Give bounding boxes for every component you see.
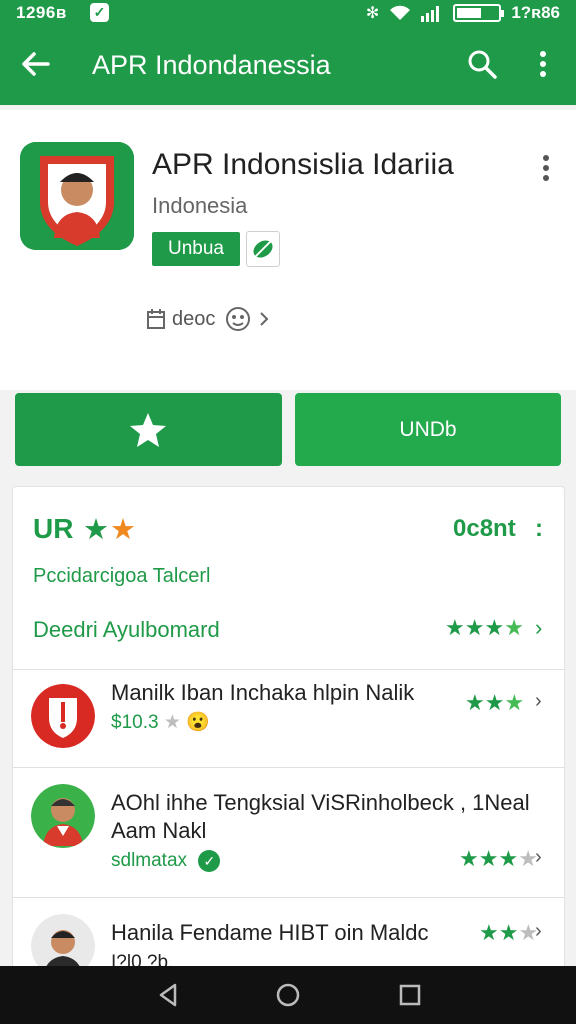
rating-subtitle: Pccidarcigoa Talcerl <box>33 565 211 587</box>
app-logo-icon <box>20 142 134 250</box>
calendar-icon <box>147 309 165 329</box>
star-icon: ★ <box>110 514 137 546</box>
review-name: AOhl ihhe Tengksial ViSRinholbeck , 1Nea… <box>111 790 530 815</box>
app-bar: APR Indondanessia <box>0 30 576 100</box>
app-name: APR Indonsislia Idariia <box>152 148 454 181</box>
rating-count[interactable]: 0c8nt <box>453 515 516 543</box>
review-item[interactable]: AOhl ihhe Tengksial ViSRinholbeck , 1Nea… <box>13 768 564 896</box>
review-item[interactable]: Manilk Iban Inchaka hlpin Nalik $10.3 ★ … <box>13 670 564 766</box>
chevron-right-icon[interactable]: › <box>535 920 542 943</box>
review-stars: ★★★ <box>465 690 525 715</box>
review-name: Manilk Iban Inchaka hlpin Nalik <box>111 680 415 705</box>
meta-label: deoc <box>172 307 216 330</box>
review-name: Hanila Fendame HIBT oin Maldc <box>111 920 429 945</box>
review-sub: $10.3 ★ 😮 <box>111 710 210 734</box>
chevron-right-icon[interactable]: › <box>535 615 542 641</box>
install-button[interactable]: UNDb <box>295 393 561 466</box>
app-icon[interactable] <box>20 142 134 250</box>
review-sub: sdlmatax ✓ <box>111 850 221 872</box>
category-badge[interactable]: Unbua <box>152 232 240 266</box>
star-icon: ★ <box>83 514 110 546</box>
verified-icon: ✓ <box>198 850 221 872</box>
ratings-card: UR ★★ 0c8nt : Pccidarcigoa Talcerl Deedr… <box>12 486 565 986</box>
status-time: 1296ʙ <box>16 3 67 22</box>
review-name-line2: Aam Nakl <box>111 818 207 843</box>
app-developer[interactable]: Indonesia <box>152 193 247 219</box>
review-stars: ★★★★ <box>459 846 538 871</box>
review-handle: sdlmatax <box>111 850 188 871</box>
screen: 1296ʙ ✓ ✻ 1?ʀ86 APR Indondanessia APR In… <box>0 0 576 1024</box>
review-stars: ★★★ <box>479 920 539 945</box>
nav-recents-icon[interactable] <box>395 980 425 1010</box>
status-bar: 1296ʙ ✓ ✻ 1?ʀ86 <box>0 0 576 26</box>
section-stars: ★★★★ <box>445 615 524 640</box>
section-link[interactable]: Deedri Ayulbomard <box>33 617 220 643</box>
wifi-icon <box>390 5 411 20</box>
rating-title: UR <box>33 513 74 544</box>
search-icon[interactable] <box>464 46 500 82</box>
app-header-card: APR Indonsislia Idariia Indonesia Unbua … <box>0 110 576 390</box>
chevron-right-icon[interactable]: › <box>535 846 542 869</box>
chevron-right-icon[interactable]: › <box>535 690 542 713</box>
back-arrow-icon[interactable] <box>18 46 54 82</box>
meta-row: deoc <box>146 306 271 332</box>
chevron-right-icon[interactable] <box>257 309 271 329</box>
rating-face-icon <box>226 307 251 331</box>
review-price: $10.3 <box>111 712 159 733</box>
app-bar-title: APR Indondanessia <box>92 50 331 80</box>
rating-more[interactable]: : <box>535 515 543 543</box>
signal-icon <box>421 6 440 22</box>
emoji-icon: 😮 <box>186 712 210 733</box>
nav-back-icon[interactable] <box>153 980 183 1010</box>
notification-icon: ✓ <box>90 3 109 22</box>
system-nav-bar <box>0 966 576 1024</box>
app-more-icon[interactable] <box>534 150 558 186</box>
wishlist-button[interactable] <box>15 393 282 466</box>
status-icons: ✻ 1?ʀ86 <box>366 3 560 23</box>
star-icon: ★ <box>163 712 181 733</box>
top-bar: 1296ʙ ✓ ✻ 1?ʀ86 APR Indondanessia <box>0 0 576 105</box>
shield-avatar <box>31 684 95 748</box>
person-avatar <box>31 784 95 848</box>
header-stars: ★★ <box>83 512 137 547</box>
battery-icon <box>453 4 505 22</box>
overflow-menu-icon[interactable] <box>528 46 558 82</box>
nav-home-icon[interactable] <box>273 980 303 1010</box>
status-battery-text: 1?ʀ86 <box>511 3 560 22</box>
bluetooth-icon: ✻ <box>365 5 380 22</box>
star-icon <box>130 413 166 447</box>
leaf-badge-icon <box>246 231 280 267</box>
